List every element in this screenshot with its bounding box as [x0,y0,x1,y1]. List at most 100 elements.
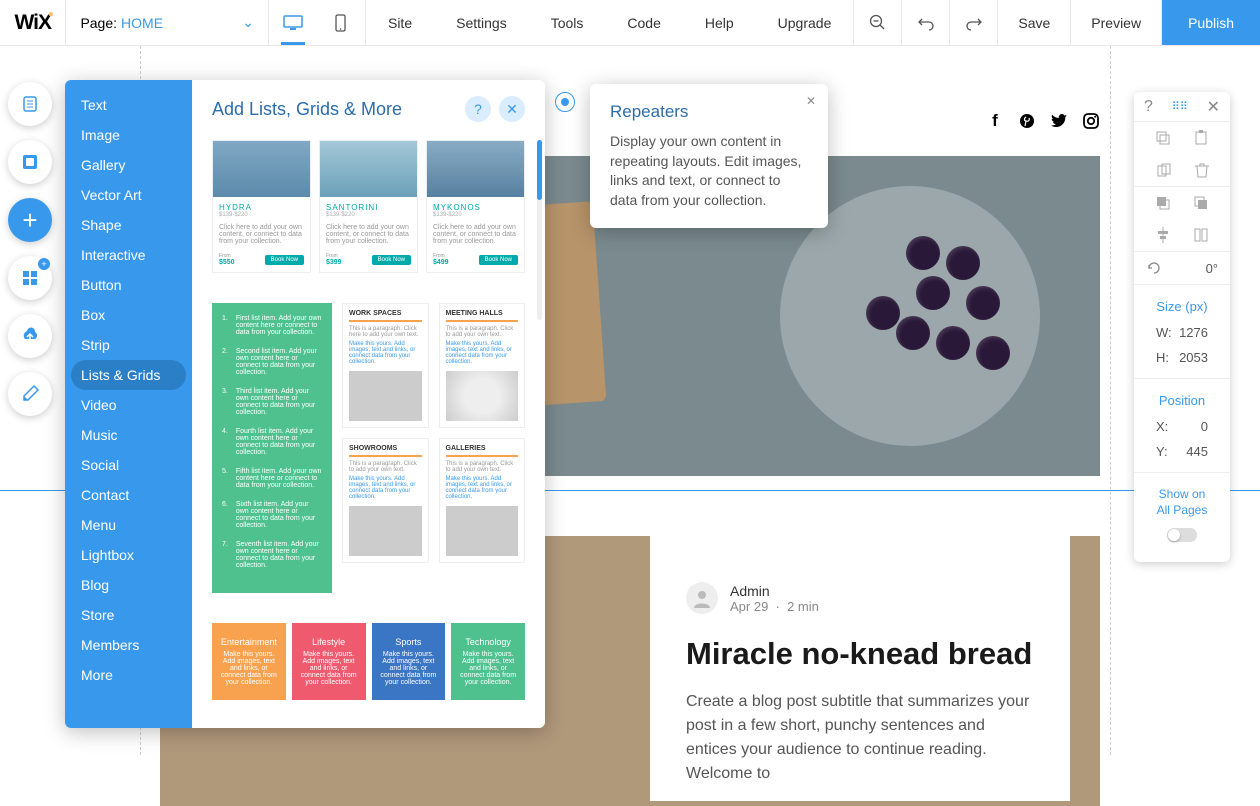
width-value[interactable]: 1276 [1179,325,1208,340]
social-bar[interactable]: f [986,111,1100,131]
toolbar-right: Save Preview Publish [853,0,1260,45]
bubble-title: Repeaters [610,102,808,122]
cat-menu[interactable]: Menu [65,510,192,540]
paste-icon[interactable] [1193,130,1209,146]
preset-tile[interactable]: EntertainmentMake this yours. Add images… [212,623,286,700]
cat-image[interactable]: Image [65,120,192,150]
menu-tools[interactable]: Tools [529,0,606,45]
cat-more[interactable]: More [65,660,192,690]
cat-store[interactable]: Store [65,600,192,630]
cat-vector-art[interactable]: Vector Art [65,180,192,210]
rail-apps-button[interactable]: + [8,256,52,300]
menu-site[interactable]: Site [366,0,434,45]
cat-text[interactable]: Text [65,90,192,120]
copy-icon[interactable] [1155,130,1171,146]
preset-desc: Click here to add your own content, or c… [433,224,518,245]
rotation-value[interactable]: 0° [1206,261,1218,276]
arrange-back-icon[interactable] [1155,195,1171,211]
menu-help[interactable]: Help [683,0,756,45]
cat-blog[interactable]: Blog [65,570,192,600]
drag-handle-icon[interactable]: ⠿⠿ [1172,100,1188,113]
duplicate-icon[interactable] [1156,162,1172,178]
preview-button[interactable]: Preview [1070,0,1161,45]
publish-button[interactable]: Publish [1161,0,1260,45]
preset-card[interactable]: SANTORINI$139-$220Click here to add your… [319,140,418,273]
rail-background-button[interactable] [8,140,52,184]
align-icon[interactable] [1155,227,1171,243]
list-item: Fifth list item. Add your own content he… [236,468,322,489]
y-label: Y: [1156,444,1168,459]
show-on-all-toggle[interactable] [1167,528,1197,542]
undo-button[interactable] [901,0,949,45]
cat-lists-grids[interactable]: Lists & Grids [71,360,186,390]
preset-tile[interactable]: TechnologyMake this yours. Add images, t… [451,623,525,700]
cat-box[interactable]: Box [65,300,192,330]
props-header[interactable]: ? ⠿⠿ ✕ [1134,92,1230,122]
rail-uploads-button[interactable] [8,314,52,358]
rail-pages-button[interactable] [8,82,52,126]
preset-numbered-list[interactable]: 1.First list item. Add your own content … [212,303,332,593]
preset-card[interactable]: GALLERIESThis is a paragraph. Click to a… [439,438,526,563]
save-button[interactable]: Save [997,0,1070,45]
delete-icon[interactable] [1195,162,1209,178]
preset-tile[interactable]: LifestyleMake this yours. Add images, te… [292,623,366,700]
height-value[interactable]: 2053 [1179,350,1208,365]
x-label: X: [1156,419,1168,434]
cat-social[interactable]: Social [65,450,192,480]
repeater-preset-cards[interactable]: HYDRA$139-$220Click here to add your own… [212,140,525,273]
menu-settings[interactable]: Settings [434,0,529,45]
facebook-icon[interactable]: f [986,111,1004,131]
help-button[interactable]: ? [465,96,491,122]
preset-title: MYKONOS [433,203,518,212]
distribute-icon[interactable] [1193,227,1209,243]
twitter-icon[interactable] [1050,111,1068,131]
close-icon[interactable]: ✕ [1207,97,1220,117]
preset-card[interactable]: SHOWROOMSThis is a paragraph. Click to a… [342,438,429,563]
cat-strip[interactable]: Strip [65,330,192,360]
preset-desc: Click here to add your own content, or c… [219,224,304,245]
main-menu: Site Settings Tools Code Help Upgrade [366,0,853,45]
close-panel-button[interactable]: ✕ [499,96,525,122]
cat-video[interactable]: Video [65,390,192,420]
cat-contact[interactable]: Contact [65,480,192,510]
rotate-icon[interactable] [1146,260,1162,276]
mobile-view-button[interactable] [317,0,365,45]
rail-add-button[interactable]: + [8,198,52,242]
wix-logo[interactable]: WiX● [0,0,66,45]
grape [946,246,980,280]
cat-music[interactable]: Music [65,420,192,450]
preset-card[interactable]: WORK SPACESThis is a paragraph. Click he… [342,303,429,428]
blog-post-card[interactable]: Admin Apr 29 · 2 min Miracle no-knead br… [650,536,1070,801]
grape [866,296,900,330]
menu-code[interactable]: Code [605,0,682,45]
close-bubble-button[interactable]: ✕ [806,94,816,108]
cat-button[interactable]: Button [65,270,192,300]
cat-shape[interactable]: Shape [65,210,192,240]
page-selector[interactable]: Page: HOME ⌄ [66,0,269,45]
help-icon[interactable]: ? [1144,98,1153,116]
arrange-front-icon[interactable] [1193,195,1209,211]
cat-members[interactable]: Members [65,630,192,660]
desktop-view-button[interactable] [269,0,317,45]
preset-tile[interactable]: SportsMake this yours. Add images, text … [372,623,446,700]
redo-button[interactable] [949,0,997,45]
y-value[interactable]: 445 [1186,444,1208,459]
pinterest-icon[interactable] [1018,111,1036,131]
cat-interactive[interactable]: Interactive [65,240,192,270]
cat-gallery[interactable]: Gallery [65,150,192,180]
menu-upgrade[interactable]: Upgrade [756,0,854,45]
add-panel-header: Add Lists, Grids & More ? ✕ [192,80,545,132]
preset-desc: Click here to add your own content, or c… [326,224,411,245]
repeater-preset-tiles[interactable]: EntertainmentMake this yours. Add images… [212,623,525,700]
tour-indicator[interactable] [555,92,575,112]
cat-lightbox[interactable]: Lightbox [65,540,192,570]
x-value[interactable]: 0 [1201,419,1208,434]
instagram-icon[interactable] [1082,111,1100,131]
list-item: Second list item. Add your own content h… [236,348,322,376]
rail-blog-button[interactable] [8,372,52,416]
zoom-button[interactable] [853,0,901,45]
preset-card[interactable]: MEETING HALLSThis is a paragraph. Click … [439,303,526,428]
preset-card[interactable]: MYKONOS$139-$220Click here to add your o… [426,140,525,273]
preset-card[interactable]: HYDRA$139-$220Click here to add your own… [212,140,311,273]
grape [976,336,1010,370]
